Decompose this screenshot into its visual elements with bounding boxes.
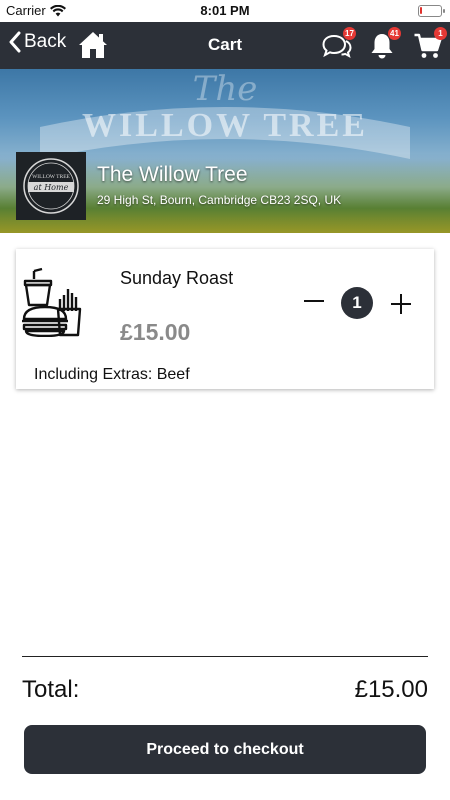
venue-logo: at Home WILLOW TREE	[16, 152, 86, 220]
quantity-badge: 1	[341, 287, 373, 319]
venue-name: The Willow Tree	[97, 163, 248, 186]
battery-icon	[418, 5, 445, 17]
cart-button[interactable]: 1	[413, 27, 447, 61]
svg-text:WILLOW TREE: WILLOW TREE	[32, 174, 70, 180]
battery-level	[420, 7, 422, 14]
banner-brand-text: WILLOW TREE	[82, 107, 368, 144]
chat-badge: 17	[343, 27, 356, 40]
cart-badge: 1	[434, 27, 447, 40]
venue-address: 29 High St, Bourn, Cambridge CB23 2SQ, U…	[97, 193, 342, 207]
nav-bar: Back Cart 17 41 1	[0, 22, 450, 69]
notifications-button[interactable]: 41	[367, 27, 401, 61]
status-time: 8:01 PM	[200, 3, 250, 18]
item-name: Sunday Roast	[120, 268, 234, 288]
total-value: £15.00	[354, 676, 428, 703]
proceed-to-checkout-button[interactable]: Proceed to checkout	[24, 725, 426, 774]
notifications-badge: 41	[388, 27, 401, 40]
chat-button[interactable]: 17	[322, 27, 356, 61]
increase-quantity-button[interactable]	[389, 292, 413, 316]
back-button[interactable]: Back	[8, 31, 66, 53]
back-label: Back	[24, 31, 67, 52]
status-bar: Carrier 8:01 PM	[0, 0, 450, 22]
cart-item-card: Sunday Roast £15.00 1 Including Extras: …	[16, 249, 434, 389]
decrease-quantity-button[interactable]	[302, 289, 326, 313]
total-divider	[22, 656, 428, 657]
banner-script-text: The	[192, 69, 258, 109]
item-price: £15.00	[120, 319, 191, 345]
svg-text:at Home: at Home	[34, 183, 69, 192]
venue-logo-seal: at Home WILLOW TREE	[23, 158, 79, 214]
total-label: Total:	[22, 676, 80, 703]
home-icon[interactable]	[77, 29, 109, 61]
chevron-left-icon	[9, 31, 21, 53]
venue-banner: The WILLOW TREE at Home WILLOW TREE The …	[0, 69, 450, 233]
item-extras: Including Extras: Beef	[34, 366, 190, 383]
fast-food-icon	[22, 267, 82, 337]
